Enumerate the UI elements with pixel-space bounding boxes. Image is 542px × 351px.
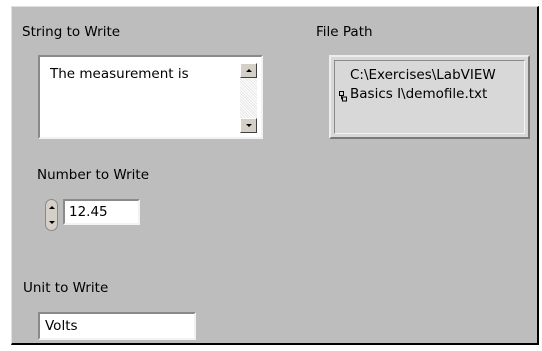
file-path-indicator: C:\Exercises\LabVIEW Basics I\demofile.t… xyxy=(329,55,530,139)
file-path-value: C:\Exercises\LabVIEW Basics I\demofile.t… xyxy=(350,67,496,102)
unit-to-write-value: Volts xyxy=(45,318,78,334)
number-to-write-label: Number to Write xyxy=(37,167,150,183)
arrow-up-icon xyxy=(245,69,252,72)
string-scrollbar[interactable] xyxy=(240,63,257,133)
increment-arrow-icon xyxy=(48,206,55,209)
path-icon xyxy=(339,91,347,102)
string-to-write-value: The measurement is xyxy=(50,66,189,82)
scroll-down-button[interactable] xyxy=(240,118,257,133)
number-to-write-value: 12.45 xyxy=(69,204,108,220)
front-panel: String to Write The measurement is File … xyxy=(11,6,539,345)
arrow-down-icon xyxy=(245,124,252,127)
scroll-up-button[interactable] xyxy=(240,63,257,78)
unit-to-write-field[interactable]: Volts xyxy=(38,312,196,340)
file-path-display: C:\Exercises\LabVIEW Basics I\demofile.t… xyxy=(334,60,525,134)
decrement-button[interactable] xyxy=(46,215,57,230)
unit-to-write-label: Unit to Write xyxy=(23,280,109,296)
string-to-write-label: String to Write xyxy=(22,24,121,40)
file-path-label: File Path xyxy=(316,24,373,40)
number-to-write-field[interactable]: 12.45 xyxy=(63,199,140,225)
number-increment-decrement[interactable] xyxy=(45,199,58,231)
string-to-write-field[interactable]: The measurement is xyxy=(38,55,263,139)
increment-button[interactable] xyxy=(46,200,57,215)
decrement-arrow-icon xyxy=(48,221,55,224)
